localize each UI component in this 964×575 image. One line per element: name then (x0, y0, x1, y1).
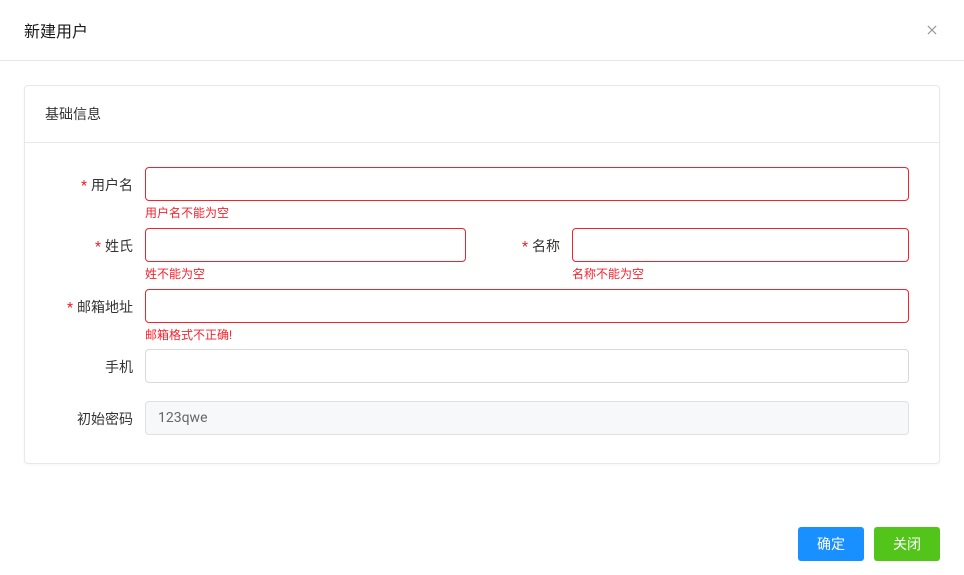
close-button[interactable]: 关闭 (874, 527, 940, 561)
username-row: *用户名 用户名不能为空 (55, 167, 909, 222)
email-label: *邮箱地址 (55, 289, 145, 317)
confirm-button[interactable]: 确定 (798, 527, 864, 561)
modal-header: 新建用户 (0, 0, 964, 61)
firstname-error: 名称不能为空 (572, 266, 909, 283)
initial-password-display: 123qwe (145, 401, 909, 435)
initial-password-label: 初始密码 (55, 401, 145, 429)
close-icon[interactable] (924, 22, 940, 38)
lastname-input[interactable] (145, 228, 466, 262)
lastname-label: *姓氏 (55, 228, 145, 256)
lastname-error: 姓不能为空 (145, 266, 466, 283)
initial-password-row: 初始密码 123qwe (55, 401, 909, 435)
email-error: 邮箱格式不正确! (145, 327, 909, 344)
username-error: 用户名不能为空 (145, 205, 909, 222)
username-input[interactable] (145, 167, 909, 201)
phone-input[interactable] (145, 349, 909, 383)
modal-body: 基础信息 *用户名 用户名不能为空 *姓氏 姓不能为空 (0, 61, 964, 488)
modal-title: 新建用户 (24, 18, 88, 42)
email-row: *邮箱地址 邮箱格式不正确! (55, 289, 909, 344)
modal-footer: 确定 关闭 (0, 513, 964, 575)
email-input[interactable] (145, 289, 909, 323)
form-panel: 基础信息 *用户名 用户名不能为空 *姓氏 姓不能为空 (24, 85, 940, 464)
panel-header: 基础信息 (25, 86, 939, 143)
username-label: *用户名 (55, 167, 145, 195)
form-content: *用户名 用户名不能为空 *姓氏 姓不能为空 *名称 (25, 143, 939, 463)
phone-row: 手机 (55, 349, 909, 383)
firstname-input[interactable] (572, 228, 909, 262)
phone-label: 手机 (55, 349, 145, 377)
firstname-label: *名称 (482, 228, 572, 256)
name-row: *姓氏 姓不能为空 *名称 名称不能为空 (55, 228, 909, 283)
